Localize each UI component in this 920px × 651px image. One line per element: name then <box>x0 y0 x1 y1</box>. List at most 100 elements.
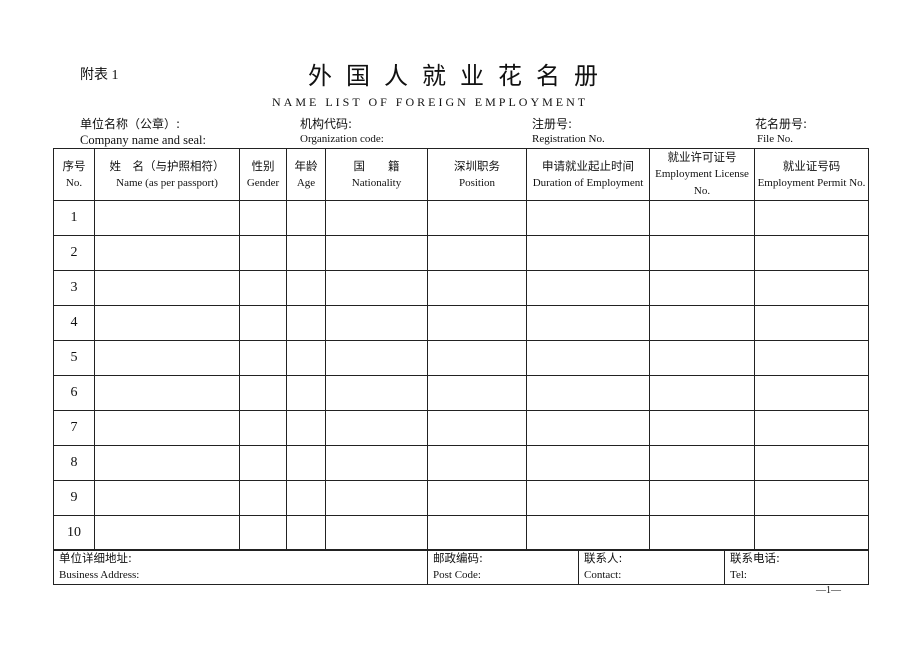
cell-position[interactable] <box>427 410 527 446</box>
cell-gender[interactable] <box>239 270 287 306</box>
cell-duration[interactable] <box>526 235 650 271</box>
cell-nationality[interactable] <box>325 235 428 271</box>
cell-no: 1 <box>53 200 95 236</box>
cell-nationality[interactable] <box>325 305 428 341</box>
cell-permit[interactable] <box>754 340 869 376</box>
cell-license[interactable] <box>649 375 755 411</box>
cell-nationality[interactable] <box>325 515 428 551</box>
cell-gender[interactable] <box>239 445 287 481</box>
cell-name[interactable] <box>94 305 240 341</box>
cell-permit[interactable] <box>754 235 869 271</box>
cell-nationality[interactable] <box>325 445 428 481</box>
cell-license[interactable] <box>649 340 755 376</box>
cell-name[interactable] <box>94 200 240 236</box>
table-row: 5 <box>53 340 869 376</box>
cell-age[interactable] <box>286 515 326 551</box>
cell-gender[interactable] <box>239 235 287 271</box>
cell-nationality[interactable] <box>325 270 428 306</box>
cell-name[interactable] <box>94 515 240 551</box>
cell-position[interactable] <box>427 375 527 411</box>
cell-permit[interactable] <box>754 480 869 516</box>
cell-age[interactable] <box>286 340 326 376</box>
cell-gender[interactable] <box>239 480 287 516</box>
cell-nationality[interactable] <box>325 375 428 411</box>
cell-position[interactable] <box>427 340 527 376</box>
cell-permit[interactable] <box>754 410 869 446</box>
cell-duration[interactable] <box>526 340 650 376</box>
cell-license[interactable] <box>649 445 755 481</box>
cell-gender[interactable] <box>239 515 287 551</box>
file-no-label-en: File No. <box>757 133 794 145</box>
cell-permit[interactable] <box>754 270 869 306</box>
cell-gender[interactable] <box>239 410 287 446</box>
cell-age[interactable] <box>286 375 326 411</box>
cell-license[interactable] <box>649 270 755 306</box>
cell-age[interactable] <box>286 270 326 306</box>
cell-name[interactable] <box>94 410 240 446</box>
org-code-label-cn: 机构代码: <box>300 117 353 131</box>
cell-permit[interactable] <box>754 200 869 236</box>
cell-nationality[interactable] <box>325 480 428 516</box>
cell-no: 10 <box>53 515 95 551</box>
cell-license[interactable] <box>649 515 755 551</box>
table-row: 10 <box>53 515 869 551</box>
cell-gender[interactable] <box>239 340 287 376</box>
cell-license[interactable] <box>649 200 755 236</box>
cell-name[interactable] <box>94 270 240 306</box>
cell-position[interactable] <box>427 270 527 306</box>
cell-duration[interactable] <box>526 305 650 341</box>
cell-permit[interactable] <box>754 445 869 481</box>
cell-license[interactable] <box>649 410 755 446</box>
file-no-label-cn: 花名册号: <box>755 117 808 131</box>
cell-duration[interactable] <box>526 270 650 306</box>
cell-position[interactable] <box>427 515 527 551</box>
cell-age[interactable] <box>286 410 326 446</box>
cell-license[interactable] <box>649 305 755 341</box>
table-row: 3 <box>53 270 869 306</box>
cell-duration[interactable] <box>526 375 650 411</box>
cell-license[interactable] <box>649 480 755 516</box>
cell-position[interactable] <box>427 235 527 271</box>
cell-position[interactable] <box>427 445 527 481</box>
cell-license[interactable] <box>649 235 755 271</box>
cell-nationality[interactable] <box>325 410 428 446</box>
cell-name[interactable] <box>94 480 240 516</box>
col-header-permit: 就业证号码 Employment Permit No. <box>754 148 869 201</box>
cell-position[interactable] <box>427 480 527 516</box>
col-header-age: 年龄 Age <box>286 148 326 201</box>
contact-field[interactable]: 联系人: Contact: <box>578 549 725 585</box>
cell-age[interactable] <box>286 305 326 341</box>
cell-permit[interactable] <box>754 515 869 551</box>
cell-permit[interactable] <box>754 305 869 341</box>
cell-duration[interactable] <box>526 480 650 516</box>
post-code-field[interactable]: 邮政编码: Post Code: <box>427 549 579 585</box>
cell-duration[interactable] <box>526 410 650 446</box>
cell-duration[interactable] <box>526 200 650 236</box>
cell-duration[interactable] <box>526 515 650 551</box>
cell-age[interactable] <box>286 235 326 271</box>
cell-duration[interactable] <box>526 445 650 481</box>
cell-name[interactable] <box>94 445 240 481</box>
cell-position[interactable] <box>427 305 527 341</box>
table-row: 8 <box>53 445 869 481</box>
cell-permit[interactable] <box>754 375 869 411</box>
cell-name[interactable] <box>94 375 240 411</box>
cell-position[interactable] <box>427 200 527 236</box>
cell-gender[interactable] <box>239 375 287 411</box>
cell-name[interactable] <box>94 235 240 271</box>
business-address-field[interactable]: 单位详细地址: Business Address: <box>53 549 428 585</box>
registration-label-cn: 注册号: <box>532 117 573 131</box>
cell-age[interactable] <box>286 445 326 481</box>
annex-label: 附表 1 <box>80 68 119 83</box>
tel-field[interactable]: 联系电话: Tel: <box>724 549 869 585</box>
cell-no: 5 <box>53 340 95 376</box>
cell-age[interactable] <box>286 200 326 236</box>
cell-nationality[interactable] <box>325 340 428 376</box>
col-header-nationality: 国 籍 Nationality <box>325 148 428 201</box>
cell-gender[interactable] <box>239 305 287 341</box>
cell-no: 8 <box>53 445 95 481</box>
cell-age[interactable] <box>286 480 326 516</box>
cell-gender[interactable] <box>239 200 287 236</box>
cell-name[interactable] <box>94 340 240 376</box>
cell-nationality[interactable] <box>325 200 428 236</box>
